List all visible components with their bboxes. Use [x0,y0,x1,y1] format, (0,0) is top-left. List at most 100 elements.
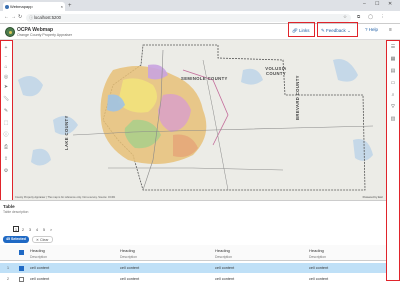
feedback-label: Feedback [326,28,346,33]
map-attribution: County Property Appraiser | The map is f… [15,196,116,199]
tab-close-icon[interactable]: × [61,2,63,11]
table-cell: cell content [309,277,329,281]
print-icon[interactable]: ⎙ [3,144,9,150]
map-label-brevard: BREVARD COUNTY [295,75,300,120]
extensions-icon[interactable]: ⧉ [357,14,360,19]
row-checkbox[interactable] [19,266,24,271]
minimize-icon[interactable]: – [363,1,366,7]
row-number: 2 [7,277,9,281]
basemap-icon[interactable]: ▦ [390,56,396,62]
link-icon: 🔗︎ [292,28,298,33]
browser-menu-icon[interactable]: ⋮ [380,14,385,20]
url-bar[interactable]: ⓘ localhost:5200 [26,13,351,22]
clear-icon: ✕ [36,238,40,242]
select-icon[interactable]: ⬚ [3,120,9,126]
filter-icon[interactable]: ⛛ [390,104,396,110]
back-icon[interactable]: ← [4,14,9,20]
map-label-lake: LAKE COUNTY [64,115,69,150]
right-toolbar: ☰ ▦ ▤ ▭ ⌕ ⛛ ▥ [386,40,400,281]
home-icon[interactable]: ⌂ [3,64,9,70]
next-page-icon[interactable]: > [48,227,54,233]
info-icon[interactable]: ⓘ [29,14,33,22]
table-description: Table description [3,210,29,214]
bookmark-star-icon[interactable]: ☆ [343,14,347,20]
share-icon[interactable]: ⇪ [3,156,9,162]
column-header-4[interactable]: Heading Description [309,248,326,259]
table-row[interactable]: 1 cell content cell content cell content… [0,263,386,273]
app-subtitle: Orange County Property Appraiser [17,33,73,37]
chevron-down-icon: ⌄ [347,28,351,33]
links-button[interactable]: 🔗︎ Links [288,22,315,37]
pagination: 1 2 3 4 5 > [13,226,55,233]
app-menu-icon[interactable]: ≡ [389,27,392,33]
page-2[interactable]: 2 [20,227,26,233]
feedback-button[interactable]: ✎ Feedback ⌄ [317,22,358,37]
column-heading: Heading [120,248,135,253]
table-cell: cell content [120,266,140,270]
page-3[interactable]: 3 [27,227,33,233]
compass-icon[interactable]: ➤ [3,84,9,90]
map-label-volusia: VOLUSIA COUNTY [265,66,287,76]
tab-title: Webmapapp [10,4,33,9]
selected-count-badge[interactable]: 45 Selected [3,236,29,243]
favicon-icon [5,4,9,9]
help-icon: ? [365,27,368,32]
row-number: 1 [7,266,9,270]
draw-icon[interactable]: ✎ [3,108,9,114]
new-tab-button[interactable]: + [68,2,72,10]
column-header-3[interactable]: Heading Description [215,248,232,259]
table-cell: cell content [30,277,50,281]
column-description: Description [215,255,232,259]
table-cell: cell content [120,277,140,281]
clear-button[interactable]: ✕ Clear [32,236,53,243]
browser-tab[interactable]: Webmapapp × [3,2,65,11]
column-header-2[interactable]: Heading Description [120,248,137,259]
feedback-icon: ✎ [321,28,325,33]
table-panel: Table Table description 1 2 3 4 5 > 45 Select… [0,200,386,284]
info-tool-icon[interactable]: ⓘ [3,132,9,138]
profile-icon[interactable]: ◯ [368,14,373,20]
links-label: Links [298,28,310,33]
table-cell: cell content [215,277,235,281]
table-header: Heading Description Heading Description He… [0,245,386,261]
column-heading: Heading [30,248,45,253]
column-description: Description [309,255,326,259]
window-close-icon[interactable]: ✕ [388,1,392,7]
page-5[interactable]: 5 [41,227,47,233]
url-text: localhost:5200 [34,14,62,20]
help-button[interactable]: ? Help [362,22,384,37]
forward-icon[interactable]: → [11,14,16,20]
column-heading: Heading [309,248,324,253]
browser-chrome: Webmapapp × + – ☐ ✕ ← → ↻ ⓘ localhost:52… [0,0,400,24]
select-all-checkbox[interactable] [19,250,24,255]
column-description: Description [30,255,47,259]
map-view[interactable]: SEMINOLE COUNTY VOLUSIA COUNTY BREVARD C… [13,40,386,200]
layers-icon[interactable]: ☰ [390,44,396,50]
bookmark-icon[interactable]: ▭ [390,80,396,86]
clear-label: Clear [40,238,49,242]
page-4[interactable]: 4 [34,227,40,233]
locate-icon[interactable]: ◎ [3,74,9,80]
page-1[interactable]: 1 [13,226,19,232]
table-cell: cell content [215,266,235,270]
legend-icon[interactable]: ▤ [390,68,396,74]
zoom-out-icon[interactable]: − [3,54,9,60]
ocpa-logo [5,27,15,37]
search-icon[interactable]: ⌕ [390,92,396,98]
column-header-1[interactable]: Heading Description [30,248,47,259]
table-cell: cell content [30,266,50,270]
table-icon[interactable]: ▥ [390,116,396,122]
table-title: Table [3,204,15,209]
table-cell: cell content [309,266,329,270]
esri-credit[interactable]: Powered by Esri [363,195,383,199]
column-heading: Heading [215,248,230,253]
column-description: Description [120,255,137,259]
reload-icon[interactable]: ↻ [18,14,22,20]
map-label-seminole: SEMINOLE COUNTY [181,76,228,81]
help-label: Help [368,27,379,32]
maximize-icon[interactable]: ☐ [375,1,379,7]
table-row[interactable]: 2 cell content cell content cell content… [0,274,386,284]
zoom-in-icon[interactable]: + [3,45,9,51]
measure-icon[interactable]: 📏︎ [3,96,9,102]
settings-icon[interactable]: ⚙ [3,168,9,174]
